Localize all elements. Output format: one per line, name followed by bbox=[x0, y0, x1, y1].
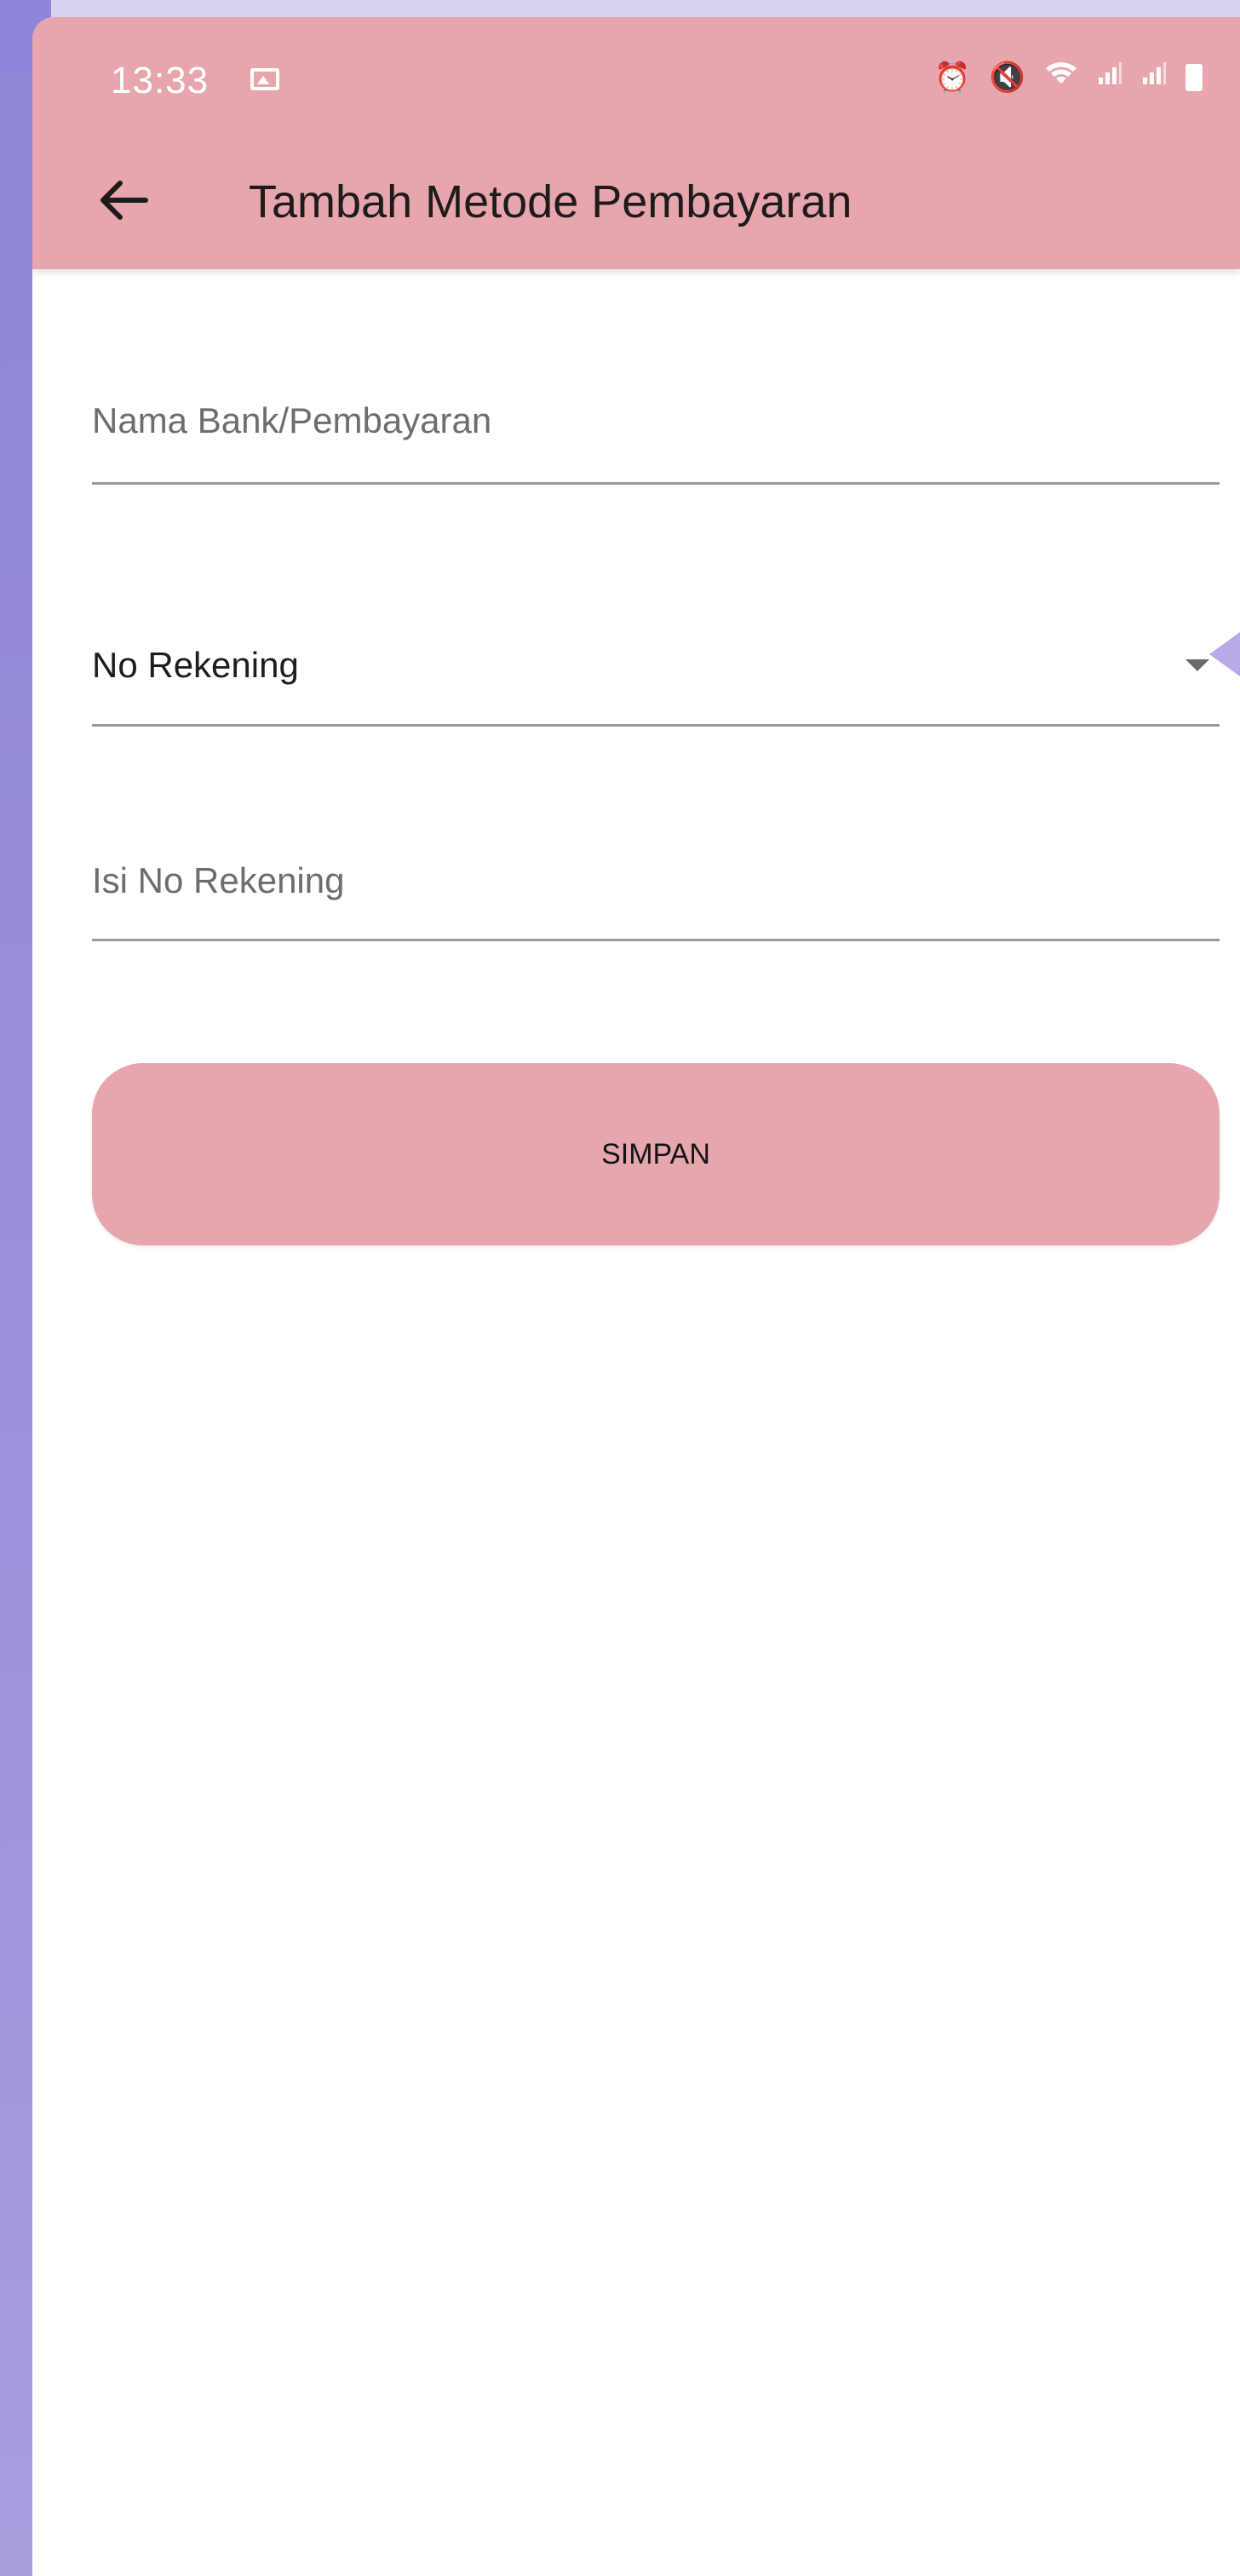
wifi-icon bbox=[1044, 60, 1078, 95]
chevron-down-icon bbox=[1185, 659, 1209, 671]
signal-icon bbox=[1097, 60, 1122, 94]
arrow-left-icon bbox=[100, 181, 148, 220]
alarm-icon: ⏰ bbox=[934, 60, 971, 94]
back-button[interactable] bbox=[85, 162, 162, 239]
page-title: Tambah Metode Pembayaran bbox=[249, 176, 852, 227]
battery-icon bbox=[1185, 63, 1203, 91]
app-bar: 13:33 ⏰ 🔇 Tambah Metode Pembayaran bbox=[32, 17, 1240, 269]
account-number-field[interactable] bbox=[92, 835, 1220, 941]
mute-icon: 🔇 bbox=[989, 60, 1025, 94]
save-button[interactable]: SIMPAN bbox=[92, 1063, 1220, 1245]
account-number-input[interactable] bbox=[92, 860, 1220, 901]
phone-screen: 13:33 ⏰ 🔇 Tambah Metode Pembayaran Nama … bbox=[32, 17, 1240, 2576]
status-bar: 13:33 ⏰ 🔇 bbox=[32, 17, 1240, 128]
dropdown-selected-value: No Rekening bbox=[92, 645, 299, 685]
pointer-indicator bbox=[1209, 632, 1240, 676]
signal-icon bbox=[1141, 60, 1167, 94]
account-type-dropdown[interactable]: No Rekening bbox=[92, 607, 1220, 727]
status-time: 13:33 bbox=[111, 60, 210, 101]
bank-name-input[interactable] bbox=[92, 400, 1220, 441]
gallery-icon bbox=[250, 68, 279, 90]
status-icons: ⏰ 🔇 bbox=[934, 60, 1203, 95]
bank-name-field[interactable] bbox=[92, 375, 1220, 485]
